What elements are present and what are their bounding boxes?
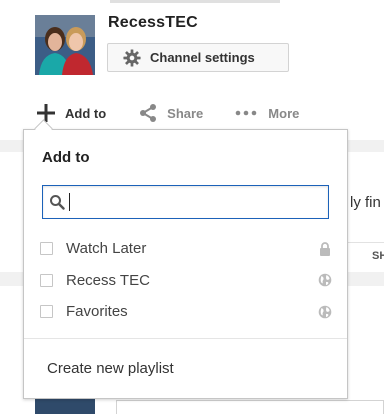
more-button[interactable]: More [235,103,299,123]
playlist-search-box[interactable] [42,185,329,219]
more-dots-icon [235,110,257,116]
share-icon [140,104,157,122]
channel-settings-button[interactable]: Channel settings [107,43,289,72]
header-edge [110,0,280,3]
popup-divider [24,338,347,339]
add-to-playlist-popup: Add to Watch Later Recess TEC Favorites … [23,129,348,399]
share-button[interactable]: Share [138,103,203,123]
channel-name[interactable]: RecessTEC [108,14,198,32]
gear-icon [123,48,141,67]
channel-header: RecessTEC Channel settings Add to Share … [0,0,384,140]
create-new-playlist-button[interactable]: Create new playlist [47,360,174,377]
more-label: More [268,105,300,121]
background-comment-input [116,400,384,414]
background-tab: SH [372,250,384,262]
playlist-name: Watch Later [66,240,147,258]
popup-title: Add to [42,149,90,166]
add-to-label: Add to [65,105,107,121]
video-actions: Add to Share More [36,99,299,127]
background-avatar [35,398,95,414]
playlist-list: Watch Later Recess TEC Favorites [40,233,332,328]
playlist-checkbox[interactable] [40,273,53,287]
add-to-button[interactable]: Add to [36,103,106,123]
globe-icon [318,305,332,319]
avatar-photo [35,15,95,75]
share-label: Share [167,105,204,121]
lock-icon [318,241,332,256]
playlist-name: Recess TEC [66,271,150,289]
playlist-checkbox[interactable] [40,305,53,319]
globe-icon [318,273,332,287]
playlist-item-favorites[interactable]: Favorites [40,296,332,328]
playlist-name: Favorites [66,303,128,321]
channel-avatar[interactable] [35,15,95,75]
playlist-item-recess-tec[interactable]: Recess TEC [40,265,332,297]
background-text: ly fin [350,194,381,211]
playlist-search-input[interactable] [70,190,328,214]
background-divider [348,242,384,243]
channel-settings-label: Channel settings [150,50,255,65]
plus-icon [37,104,55,122]
playlist-item-watch-later[interactable]: Watch Later [40,233,332,265]
playlist-checkbox[interactable] [40,242,53,256]
search-icon [50,195,65,210]
